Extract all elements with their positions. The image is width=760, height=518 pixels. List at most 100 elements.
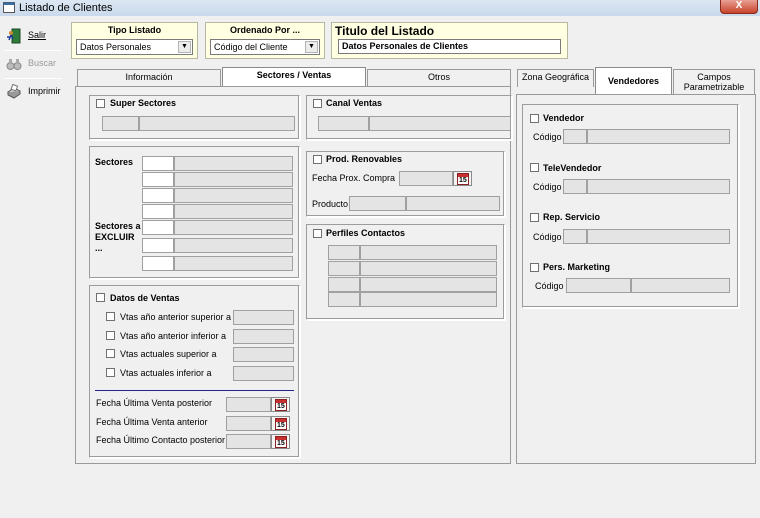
canal-ventas-checkbox[interactable] [313,99,322,108]
pers-marketing-code[interactable] [566,278,631,293]
calendar-icon: 15 [275,399,287,411]
printer-icon [7,84,21,99]
producto-desc[interactable] [406,196,500,211]
vendedor-code[interactable] [563,129,587,144]
vendedor-checkbox[interactable] [530,114,539,123]
calendar-icon: 15 [457,173,469,185]
perfil-desc-field[interactable] [360,292,497,307]
vtas-inf-ant-checkbox[interactable] [106,331,115,340]
sector-code-input[interactable] [142,256,174,271]
fecha-ult-venta-ant-input[interactable] [226,416,271,431]
pers-marketing-desc[interactable] [631,278,730,293]
vtas-sup-act-checkbox[interactable] [106,349,115,358]
sectores-label: Sectores [95,157,134,167]
canal-ventas-code[interactable] [318,116,369,131]
buscar-button[interactable]: Buscar [3,54,63,76]
sector-desc-field[interactable] [174,256,293,271]
fecha-ult-contacto-post-label: Fecha Último Contacto posterior a [96,435,233,445]
tab-campos-parametrizable[interactable]: Campos Parametrizable [673,69,755,95]
tipo-listado-value: Datos Personales [80,42,152,52]
sector-code-input[interactable] [142,204,174,219]
canal-ventas-desc[interactable] [369,116,511,131]
perfil-desc-field[interactable] [360,277,497,292]
vtas-inf-act-input[interactable] [233,366,294,381]
toolbar-divider [4,78,62,79]
calendar-button[interactable]: 15 [271,434,290,449]
fecha-prox-compra-label: Fecha Prox. Compra [312,173,396,183]
vtas-sup-act-input[interactable] [233,347,294,362]
sector-desc-field[interactable] [174,172,293,187]
sector-desc-field[interactable] [174,238,293,253]
sector-code-input[interactable] [142,238,174,253]
tab-sectores-ventas[interactable]: Sectores / Ventas [222,67,366,87]
vtas-sup-ant-checkbox[interactable] [106,312,115,321]
prod-renovables-checkbox[interactable] [313,155,322,164]
sector-code-input[interactable] [142,156,174,171]
ordenado-por-select[interactable]: Código del Cliente ▼ [210,39,320,55]
super-sectores-desc[interactable] [139,116,295,131]
televendedor-checkbox[interactable] [530,163,539,172]
divider-line [95,390,294,391]
rep-servicio-desc[interactable] [587,229,730,244]
canal-ventas-label: Canal Ventas [326,98,383,108]
producto-code[interactable] [349,196,406,211]
perfil-code-field[interactable] [328,277,360,292]
pers-marketing-checkbox[interactable] [530,263,539,272]
sector-code-input[interactable] [142,172,174,187]
tab-otros[interactable]: Otros [367,69,511,87]
super-sectores-code[interactable] [102,116,139,131]
super-sectores-label: Super Sectores [110,98,177,108]
calendar-button[interactable]: 15 [271,416,290,431]
window-icon [3,2,15,13]
close-button[interactable]: X [720,0,758,14]
perfil-code-field[interactable] [328,245,360,260]
sector-code-input[interactable] [142,188,174,203]
super-sectores-checkbox[interactable] [96,99,105,108]
perfil-code-field[interactable] [328,261,360,276]
exit-icon [7,28,21,44]
perfiles-contactos-checkbox[interactable] [313,229,322,238]
sector-desc-field[interactable] [174,204,293,219]
vendedor-desc[interactable] [587,129,730,144]
televendedor-code[interactable] [563,179,587,194]
perfil-desc-field[interactable] [360,245,497,260]
vtas-inf-ant-label: Vtas año anterior inferior a [120,331,227,341]
chevron-down-icon[interactable]: ▼ [178,41,191,53]
televendedor-desc[interactable] [587,179,730,194]
fecha-ult-venta-post-label: Fecha Última Venta posterior [96,398,213,408]
titulo-listado-input[interactable]: Datos Personales de Clientes [338,39,561,54]
fecha-prox-compra-input[interactable] [399,171,453,186]
vtas-sup-ant-input[interactable] [233,310,294,325]
fecha-ult-contacto-post-input[interactable] [226,434,271,449]
ordenado-por-value: Código del Cliente [214,42,288,52]
rep-servicio-label: Rep. Servicio [543,212,601,222]
vtas-inf-ant-input[interactable] [233,329,294,344]
chevron-down-icon[interactable]: ▼ [305,41,318,53]
fecha-ult-venta-post-input[interactable] [226,397,271,412]
tab-vendedores[interactable]: Vendedores [595,67,672,94]
tab-informacion[interactable]: Información [77,69,221,87]
rep-servicio-code[interactable] [563,229,587,244]
salir-button[interactable]: Salir [3,26,63,48]
sector-code-input[interactable] [142,220,174,235]
datos-ventas-label: Datos de Ventas [110,293,180,303]
titulo-listado-panel: Titulo del Listado Datos Personales de C… [331,22,568,59]
vtas-inf-act-checkbox[interactable] [106,368,115,377]
tipo-listado-caption: Tipo Listado [107,25,162,35]
vtas-sup-act-label: Vtas actuales superior a [120,349,217,359]
title-bar: Listado de Clientes X [0,0,760,16]
sectores-excluir-label: Sectores a EXCLUIR ... [95,221,141,253]
rep-servicio-checkbox[interactable] [530,213,539,222]
datos-ventas-checkbox[interactable] [96,293,105,302]
sector-desc-field[interactable] [174,220,293,235]
perfil-code-field[interactable] [328,292,360,307]
perfil-desc-field[interactable] [360,261,497,276]
sector-desc-field[interactable] [174,156,293,171]
imprimir-button[interactable]: Imprimir [3,82,63,104]
ordenado-por-panel: Ordenado Por ... Código del Cliente ▼ [205,22,325,59]
sector-desc-field[interactable] [174,188,293,203]
tipo-listado-select[interactable]: Datos Personales ▼ [76,39,193,55]
tab-zona-geografica[interactable]: Zona Geográfica [517,69,594,87]
calendar-button[interactable]: 15 [453,171,472,186]
calendar-button[interactable]: 15 [271,397,290,412]
